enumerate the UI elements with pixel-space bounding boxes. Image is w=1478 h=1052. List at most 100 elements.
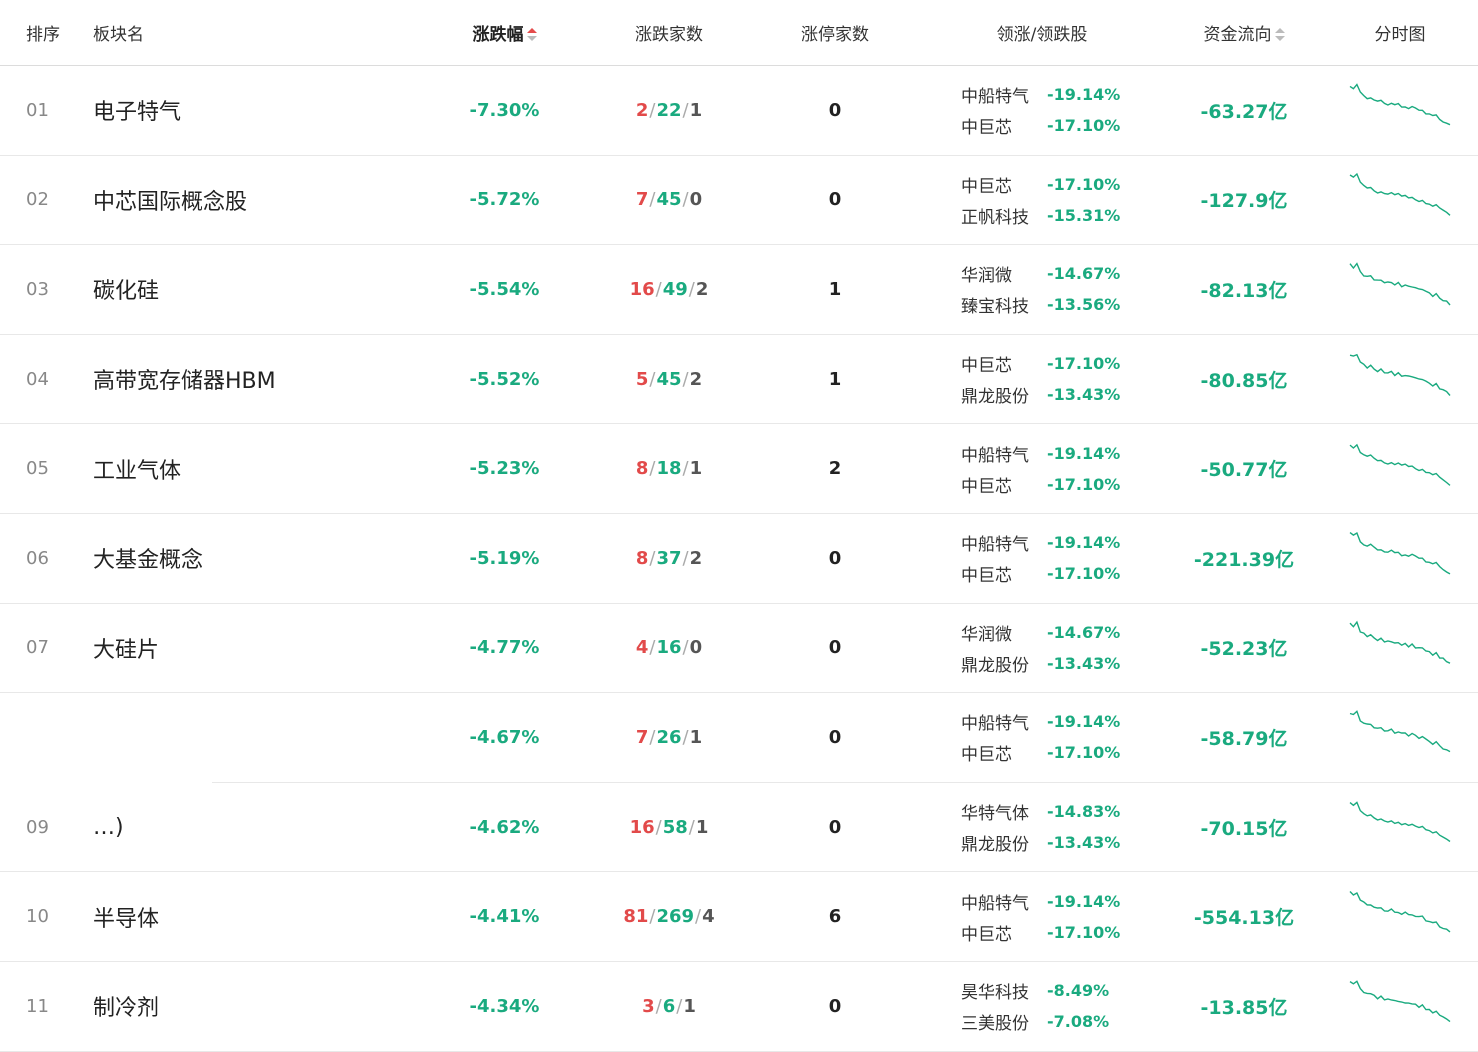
- chart-cell[interactable]: [1322, 976, 1478, 1036]
- intraday-sparkline[interactable]: [1348, 349, 1452, 405]
- leader-line[interactable]: 中船特气 -19.14%: [961, 441, 1166, 466]
- leader-line[interactable]: 三美股份 -7.08%: [961, 1009, 1166, 1034]
- leader-stock-name[interactable]: 中巨芯: [961, 472, 1047, 497]
- leader-line[interactable]: 中船特气 -19.14%: [961, 709, 1166, 734]
- chart-cell[interactable]: [1322, 439, 1478, 499]
- intraday-sparkline[interactable]: [1348, 439, 1452, 495]
- table-row[interactable]: 11 制冷剂 -4.34% 3/6/1 0 昊华科技 -8.49% 三美股份 -7.08% -13…: [0, 962, 1478, 1052]
- intraday-sparkline[interactable]: [1348, 618, 1452, 674]
- sector-name[interactable]: 电子特气: [93, 100, 181, 125]
- intraday-sparkline[interactable]: [1348, 259, 1452, 315]
- name-cell[interactable]: 大硅片: [93, 632, 423, 664]
- leader-stock-name[interactable]: 中巨芯: [961, 920, 1047, 945]
- leader-line[interactable]: 中船特气 -19.14%: [961, 82, 1166, 107]
- sector-name[interactable]: 大基金概念: [93, 548, 203, 573]
- table-row[interactable]: 05 工业气体 -5.23% 8/18/1 2 中船特气 -19.14% 中巨芯 -17.10%…: [0, 424, 1478, 514]
- sort-icon[interactable]: [1274, 28, 1285, 42]
- leader-stock-name[interactable]: 中船特气: [961, 709, 1047, 734]
- sector-name[interactable]: 碳化硅: [93, 279, 159, 304]
- table-row[interactable]: 10 半导体 -4.41% 81/269/4 6 中船特气 -19.14% 中巨芯 -17.10…: [0, 872, 1478, 962]
- chart-cell[interactable]: [1322, 707, 1478, 767]
- table-row[interactable]: -4.67% 7/26/1 0 中船特气 -19.14% 中巨芯 -17.10% -58.79…: [0, 693, 1478, 783]
- col-pct-sort[interactable]: 涨跌幅: [423, 20, 586, 45]
- leader-stock-name[interactable]: 三美股份: [961, 1009, 1047, 1034]
- chart-cell[interactable]: [1322, 618, 1478, 678]
- intraday-sparkline[interactable]: [1348, 976, 1452, 1032]
- leader-line[interactable]: 正帆科技 -15.31%: [961, 203, 1166, 228]
- leader-line[interactable]: 中巨芯 -17.10%: [961, 351, 1166, 376]
- leader-stock-name[interactable]: 中船特气: [961, 82, 1047, 107]
- intraday-sparkline[interactable]: [1348, 887, 1452, 943]
- chart-cell[interactable]: [1322, 528, 1478, 588]
- table-row[interactable]: 02 中芯国际概念股 -5.72% 7/45/0 0 中巨芯 -17.10% 正帆科技 -15.…: [0, 156, 1478, 246]
- table-row[interactable]: 07 大硅片 -4.77% 4/16/0 0 华润微 -14.67% 鼎龙股份 -13.43% -…: [0, 604, 1478, 694]
- sector-name[interactable]: 制冷剂: [93, 996, 159, 1021]
- leader-stock-name[interactable]: 中巨芯: [961, 351, 1047, 376]
- name-cell[interactable]: 中芯国际概念股: [93, 184, 423, 216]
- leader-stock-name[interactable]: 华润微: [961, 261, 1047, 286]
- leader-line[interactable]: 鼎龙股份 -13.43%: [961, 651, 1166, 676]
- leader-line[interactable]: 臻宝科技 -13.56%: [961, 292, 1166, 317]
- name-cell[interactable]: 碳化硅: [93, 273, 423, 305]
- leader-stock-name[interactable]: 鼎龙股份: [961, 830, 1047, 855]
- leader-line[interactable]: 鼎龙股份 -13.43%: [961, 830, 1166, 855]
- sector-name[interactable]: 大硅片: [93, 638, 159, 663]
- table-row[interactable]: 04 高带宽存储器HBM -5.52% 5/45/2 1 中巨芯 -17.10% 鼎龙股份 -1…: [0, 335, 1478, 425]
- sector-name[interactable]: 半导体: [93, 907, 159, 932]
- leader-stock-name[interactable]: 臻宝科技: [961, 292, 1047, 317]
- leader-stock-name[interactable]: 正帆科技: [961, 203, 1047, 228]
- table-row[interactable]: 06 大基金概念 -5.19% 8/37/2 0 中船特气 -19.14% 中巨芯 -17.10…: [0, 514, 1478, 604]
- sector-name[interactable]: …): [93, 815, 124, 840]
- leader-stock-name[interactable]: 中巨芯: [961, 740, 1047, 765]
- table-row[interactable]: 03 碳化硅 -5.54% 16/49/2 1 华润微 -14.67% 臻宝科技 -13.56%…: [0, 245, 1478, 335]
- name-cell[interactable]: 制冷剂: [93, 990, 423, 1022]
- leader-line[interactable]: 中巨芯 -17.10%: [961, 113, 1166, 138]
- leader-stock-name[interactable]: 中巨芯: [961, 172, 1047, 197]
- table-row[interactable]: 09…) -4.62% 16/58/1 0 华特气体 -14.83% 鼎龙股份 -13.43%…: [0, 783, 1478, 873]
- intraday-sparkline[interactable]: [1348, 797, 1452, 853]
- leader-stock-name[interactable]: 华润微: [961, 620, 1047, 645]
- sort-icon[interactable]: [526, 28, 537, 42]
- sector-name[interactable]: 高带宽存储器HBM: [93, 369, 276, 394]
- name-cell[interactable]: 电子特气: [93, 94, 423, 126]
- name-cell[interactable]: 工业气体: [93, 453, 423, 485]
- leader-line[interactable]: 中巨芯 -17.10%: [961, 472, 1166, 497]
- leader-line[interactable]: 中船特气 -19.14%: [961, 530, 1166, 555]
- intraday-sparkline[interactable]: [1348, 80, 1452, 136]
- leader-line[interactable]: 中巨芯 -17.10%: [961, 740, 1166, 765]
- leader-line[interactable]: 鼎龙股份 -13.43%: [961, 382, 1166, 407]
- name-cell[interactable]: 高带宽存储器HBM: [93, 363, 423, 395]
- leader-line[interactable]: 中船特气 -19.14%: [961, 889, 1166, 914]
- intraday-sparkline[interactable]: [1348, 707, 1452, 763]
- leader-stock-name[interactable]: 华特气体: [961, 799, 1047, 824]
- leader-stock-name[interactable]: 中船特气: [961, 530, 1047, 555]
- leader-line[interactable]: 中巨芯 -17.10%: [961, 920, 1166, 945]
- leader-line[interactable]: 中巨芯 -17.10%: [961, 172, 1166, 197]
- leader-line[interactable]: 华特气体 -14.83%: [961, 799, 1166, 824]
- leader-stock-name[interactable]: 中船特气: [961, 441, 1047, 466]
- intraday-sparkline[interactable]: [1348, 528, 1452, 584]
- leader-stock-name[interactable]: 鼎龙股份: [961, 651, 1047, 676]
- table-row[interactable]: 01 电子特气 -7.30% 2/22/1 0 中船特气 -19.14% 中巨芯 -17.10%…: [0, 66, 1478, 156]
- name-cell[interactable]: 大基金概念: [93, 542, 423, 574]
- leader-stock-name[interactable]: 中船特气: [961, 889, 1047, 914]
- chart-cell[interactable]: [1322, 797, 1478, 857]
- sector-name[interactable]: 中芯国际概念股: [93, 190, 247, 215]
- sector-name[interactable]: 工业气体: [93, 459, 181, 484]
- chart-cell[interactable]: [1322, 349, 1478, 409]
- leader-stock-name[interactable]: 中巨芯: [961, 113, 1047, 138]
- chart-cell[interactable]: [1322, 259, 1478, 319]
- leader-stock-name[interactable]: 昊华科技: [961, 978, 1047, 1003]
- leader-line[interactable]: 华润微 -14.67%: [961, 261, 1166, 286]
- name-cell[interactable]: 半导体: [93, 901, 423, 933]
- name-cell[interactable]: …): [93, 815, 423, 840]
- col-flow-sort[interactable]: 资金流向: [1166, 20, 1322, 45]
- leader-line[interactable]: 昊华科技 -8.49%: [961, 978, 1166, 1003]
- chart-cell[interactable]: [1322, 80, 1478, 140]
- intraday-sparkline[interactable]: [1348, 170, 1452, 226]
- leader-line[interactable]: 华润微 -14.67%: [961, 620, 1166, 645]
- leader-stock-name[interactable]: 鼎龙股份: [961, 382, 1047, 407]
- chart-cell[interactable]: [1322, 170, 1478, 230]
- leader-stock-name[interactable]: 中巨芯: [961, 561, 1047, 586]
- leader-line[interactable]: 中巨芯 -17.10%: [961, 561, 1166, 586]
